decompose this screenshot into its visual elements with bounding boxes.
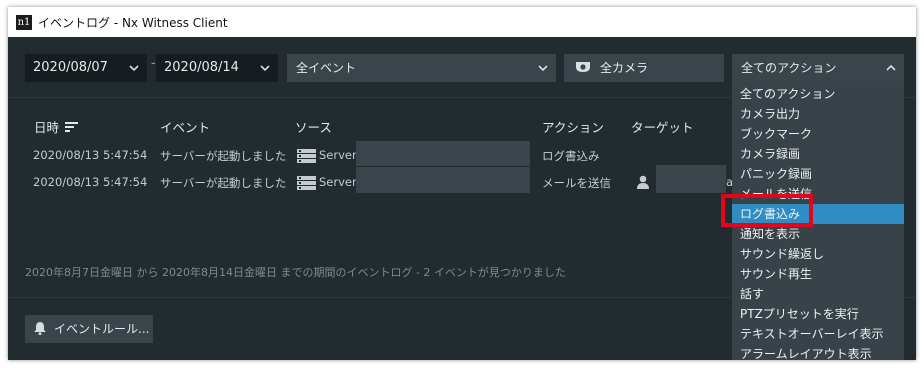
dropdown-option[interactable]: PTZプリセットを実行 bbox=[732, 304, 904, 324]
dropdown-option[interactable]: カメラ出力 bbox=[732, 104, 904, 124]
event-rules-button[interactable]: イベントルール... bbox=[25, 315, 153, 343]
column-header-datetime-label: 日時 bbox=[34, 120, 60, 135]
redacted-area bbox=[656, 165, 726, 193]
action-value: 全てのアクション bbox=[741, 61, 837, 75]
server-icon bbox=[297, 148, 316, 163]
server-icon bbox=[297, 175, 316, 190]
dropdown-option[interactable]: アラームレイアウト表示 bbox=[732, 344, 904, 360]
column-header-action[interactable]: アクション bbox=[542, 117, 604, 136]
chevron-down-icon bbox=[260, 54, 270, 93]
event-type-select[interactable]: 全イベント bbox=[287, 54, 556, 82]
window-title: イベントログ - Nx Witness Client bbox=[38, 16, 228, 30]
camera-select[interactable]: 全カメラ bbox=[564, 54, 724, 82]
row-source: Server bbox=[319, 175, 357, 189]
title-bar: n1 イベントログ - Nx Witness Client bbox=[8, 7, 916, 37]
date-to-picker[interactable]: 2020/08/14 bbox=[156, 54, 278, 82]
date-from-picker[interactable]: 2020/08/07 bbox=[25, 54, 147, 82]
row-source: Server bbox=[319, 148, 357, 162]
chevron-down-icon bbox=[129, 54, 139, 93]
row-datetime: 2020/08/13 5:47:54 bbox=[33, 148, 148, 162]
date-to-value: 2020/08/14 bbox=[164, 60, 239, 75]
camera-icon bbox=[575, 55, 591, 72]
dropdown-option[interactable]: 通知を表示 bbox=[732, 224, 904, 244]
dropdown-option[interactable]: サウンド再生 bbox=[732, 264, 904, 284]
chevron-down-icon bbox=[538, 54, 548, 93]
dropdown-option[interactable]: 全てのアクション bbox=[732, 84, 904, 104]
dropdown-option[interactable]: サウンド繰返し bbox=[732, 244, 904, 264]
redacted-area bbox=[356, 167, 530, 193]
event-log-window: n1 イベントログ - Nx Witness Client 2020/08/07… bbox=[8, 7, 916, 360]
camera-value: 全カメラ bbox=[600, 61, 649, 75]
event-rules-label: イベントルール... bbox=[54, 322, 150, 336]
sort-descending-icon bbox=[65, 120, 79, 132]
column-header-target[interactable]: ターゲット bbox=[631, 117, 694, 136]
user-icon bbox=[636, 174, 650, 189]
date-separator: - bbox=[151, 56, 156, 71]
dropdown-option[interactable]: パニック録画 bbox=[732, 164, 904, 184]
row-event: サーバーが起動しました bbox=[160, 176, 287, 190]
row-event: サーバーが起動しました bbox=[160, 149, 287, 163]
row-action: メールを送信 bbox=[542, 176, 611, 190]
dropdown-option[interactable]: テキストオーバーレイ表示 bbox=[732, 324, 904, 344]
search-summary: 2020年8月7日金曜日 から 2020年8月14日金曜日 までの期間のイベント… bbox=[25, 266, 566, 279]
row-datetime: 2020/08/13 5:47:54 bbox=[33, 175, 148, 189]
event-type-value: 全イベント bbox=[296, 61, 357, 75]
date-from-value: 2020/08/07 bbox=[33, 60, 108, 75]
dropdown-option[interactable]: カメラ録画 bbox=[732, 144, 904, 164]
column-header-event[interactable]: イベント bbox=[160, 117, 210, 136]
bell-icon bbox=[33, 317, 47, 335]
annotation-highlight-box bbox=[721, 194, 813, 227]
redacted-area bbox=[356, 141, 530, 166]
action-select[interactable]: 全てのアクション bbox=[732, 54, 904, 82]
column-header-source[interactable]: ソース bbox=[295, 117, 332, 136]
row-action: ログ書込み bbox=[542, 149, 600, 163]
dropdown-option[interactable]: 話す bbox=[732, 284, 904, 304]
dropdown-option[interactable]: ブックマーク bbox=[732, 124, 904, 144]
column-header-datetime[interactable]: 日時 bbox=[34, 117, 79, 136]
app-icon: n1 bbox=[16, 15, 32, 30]
